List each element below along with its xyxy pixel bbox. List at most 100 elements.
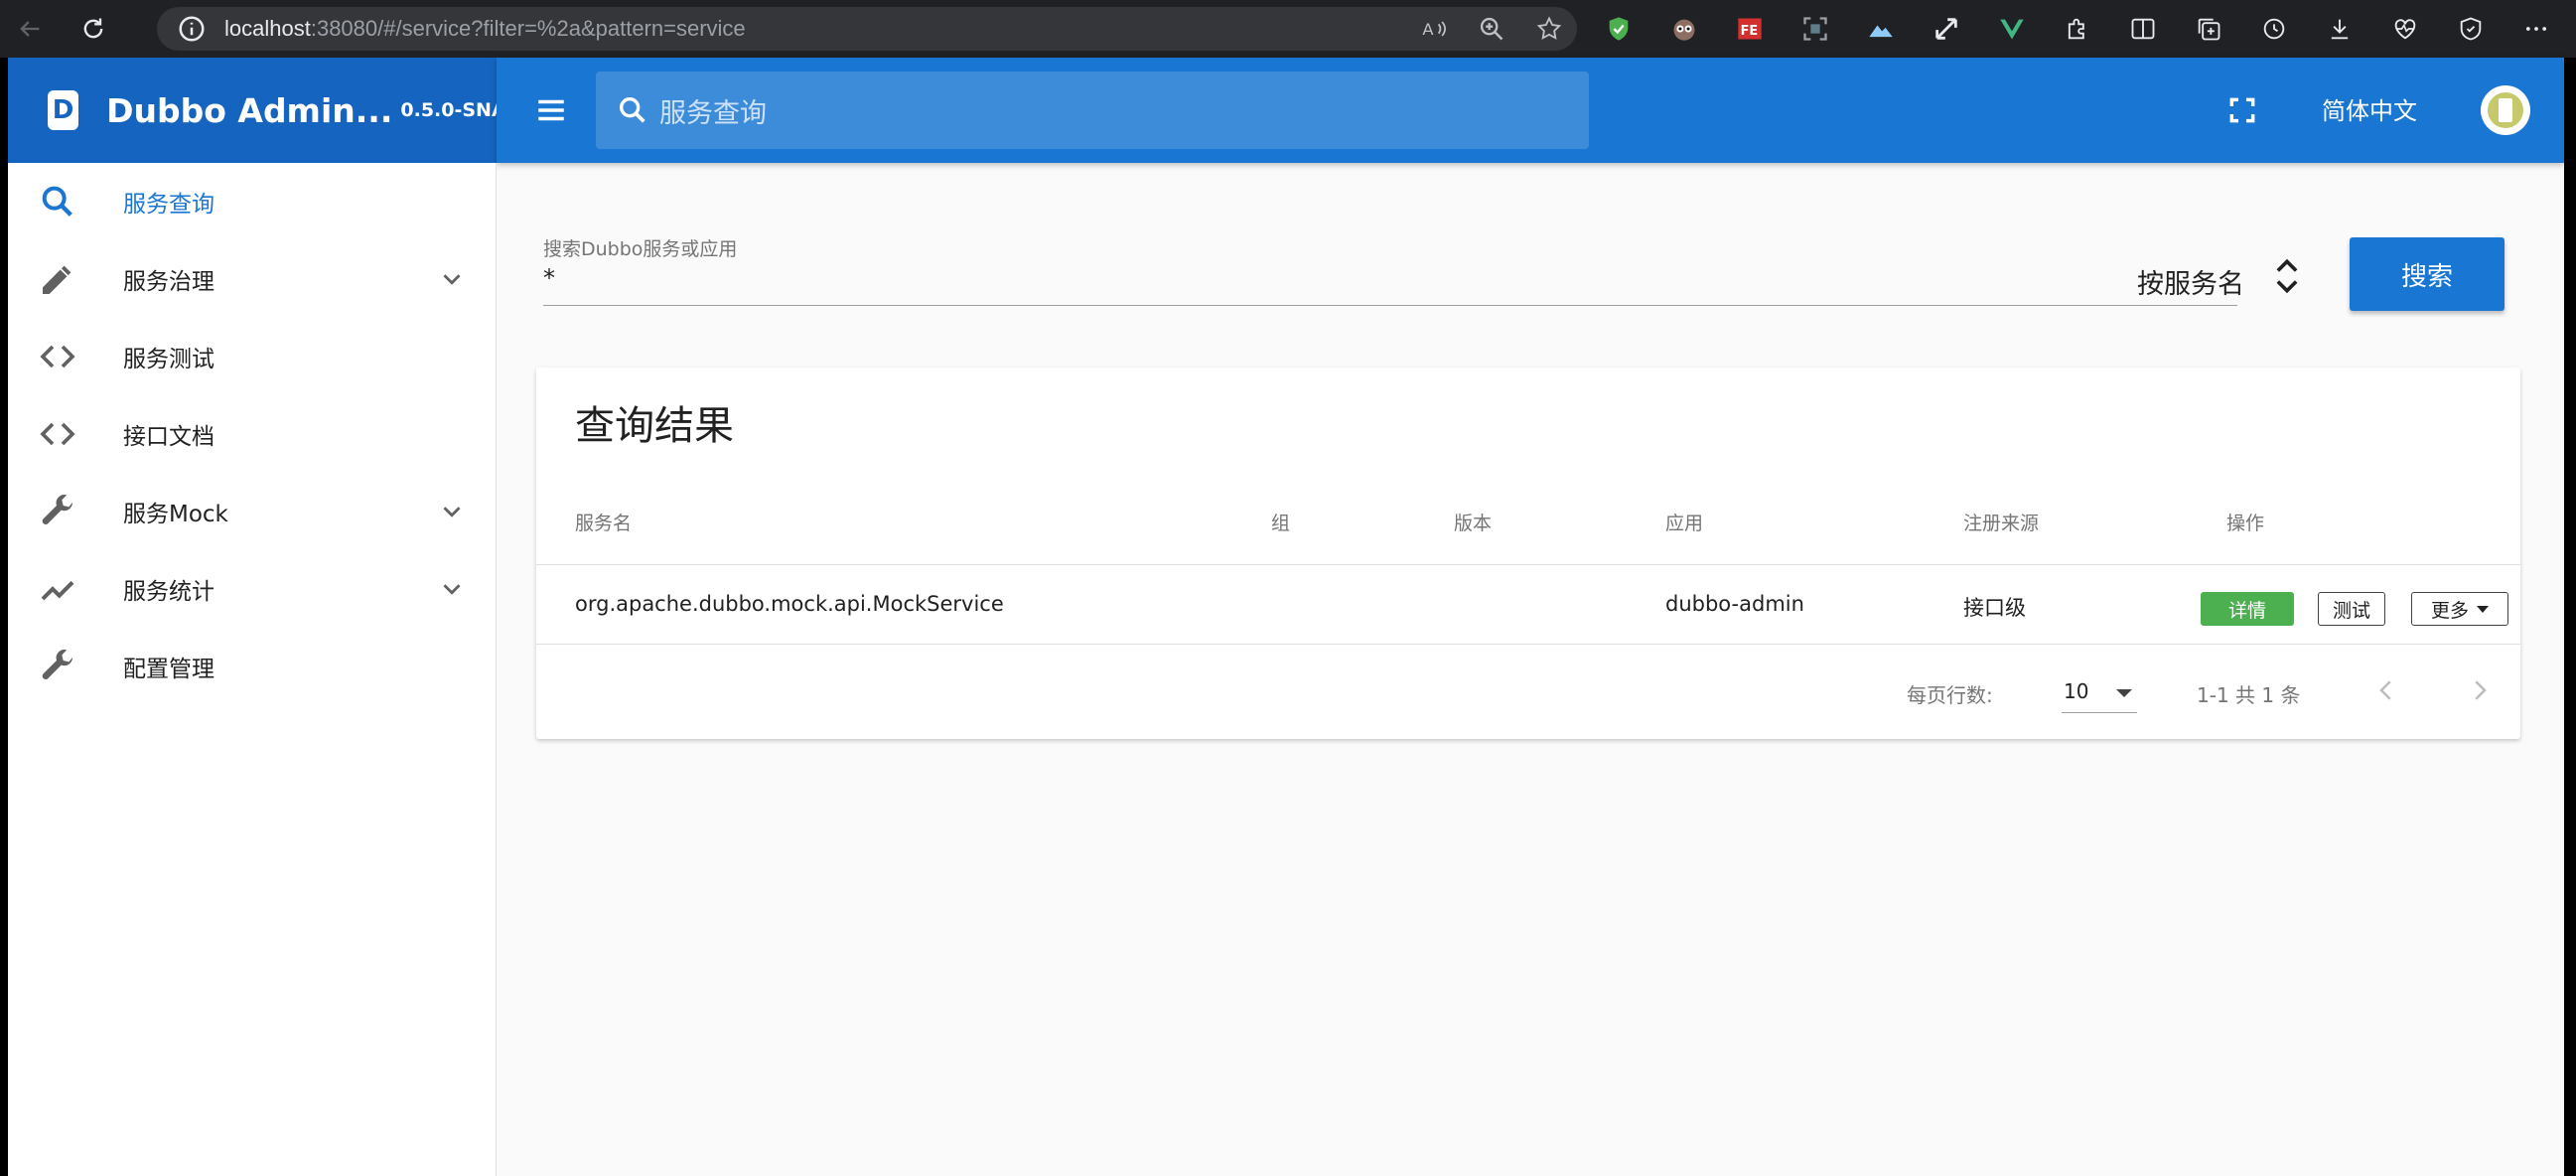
extension-owl[interactable] xyxy=(1662,8,1706,50)
shield-icon xyxy=(1609,17,1629,41)
more-horizontal-icon xyxy=(2525,27,2547,31)
dubbo-admin-app: D Dubbo Admin... 0.5.0-SNAPSHOT 服务查询 简体中… xyxy=(8,58,2564,1176)
pencil-icon xyxy=(43,265,72,294)
sidebar-item-service-mock[interactable]: 服务Mock xyxy=(8,473,497,550)
extensions-button[interactable] xyxy=(2056,8,2099,50)
svg-text:FE: FE xyxy=(1741,24,1759,39)
sidebar-item-config-management[interactable]: 配置管理 xyxy=(8,628,497,705)
search-icon xyxy=(619,96,645,123)
fe-helper-icon: FE xyxy=(1738,18,1762,40)
avatar[interactable] xyxy=(2481,85,2530,135)
extension-resize[interactable] xyxy=(1925,8,1968,50)
sidebar-item-service-search[interactable]: 服务查询 xyxy=(8,163,497,240)
info-icon[interactable] xyxy=(177,14,207,44)
heart-pulse-icon xyxy=(2394,19,2416,40)
read-aloud-icon[interactable]: A xyxy=(1420,15,1448,43)
history-icon xyxy=(2263,18,2285,40)
sidebar-item-service-test[interactable]: 服务测试 xyxy=(8,318,497,395)
caret-down-icon[interactable] xyxy=(2116,689,2132,697)
download-icon xyxy=(2331,19,2349,40)
wrench-icon xyxy=(42,650,73,679)
column-header-source[interactable]: 注册来源 xyxy=(1963,509,2039,535)
cell-service-name: org.apache.dubbo.mock.api.MockService xyxy=(575,592,1004,616)
more-button-label: 更多 xyxy=(2430,599,2469,622)
menu-icon[interactable] xyxy=(534,93,568,127)
caret-down-icon xyxy=(2477,605,2489,613)
sidebar-item-service-governance[interactable]: 服务治理 xyxy=(8,240,497,318)
language-switch[interactable]: 简体中文 xyxy=(2322,91,2417,126)
more-button[interactable]: 更多 xyxy=(2411,592,2508,626)
capture-icon xyxy=(1803,17,1827,41)
column-header-application[interactable]: 应用 xyxy=(1665,509,1703,535)
unfold-icon[interactable] xyxy=(2272,254,2302,298)
health-button[interactable] xyxy=(2383,8,2427,50)
svg-text:A: A xyxy=(1422,20,1434,39)
address-bar[interactable]: localhost:38080/#/service?filter=%2a&pat… xyxy=(157,7,1577,51)
chevron-down-icon[interactable] xyxy=(437,574,467,604)
split-screen-icon xyxy=(2131,18,2155,40)
test-button[interactable]: 测试 xyxy=(2318,592,2385,626)
collections-button[interactable] xyxy=(2187,8,2230,50)
split-screen-button[interactable] xyxy=(2121,8,2165,50)
detail-button[interactable]: 详情 xyxy=(2201,592,2294,626)
fullscreen-icon[interactable] xyxy=(2226,94,2258,126)
rows-per-page-label: 每页行数: xyxy=(1907,683,1993,707)
arrow-left-icon xyxy=(20,21,40,37)
settings-menu-button[interactable] xyxy=(2514,8,2558,50)
sidebar-item-label: 服务Mock xyxy=(123,502,228,527)
column-header-actions: 操作 xyxy=(2226,513,2265,534)
search-button[interactable]: 搜索 xyxy=(2350,237,2504,311)
chevron-left-icon[interactable] xyxy=(2371,675,2401,705)
sidebar-item-label: 服务测试 xyxy=(123,347,215,372)
history-button[interactable] xyxy=(2252,8,2296,50)
code-icon xyxy=(40,422,75,446)
sidebar: 服务查询 服务治理 服务测试 接口文档 服务Mock 服务统计 配置管理 xyxy=(8,163,497,1176)
sidebar-item-label: 服务治理 xyxy=(123,269,215,295)
chevron-down-icon[interactable] xyxy=(437,264,467,294)
extension-fe[interactable]: FE xyxy=(1728,8,1772,50)
browser-toolbar: localhost:38080/#/service?filter=%2a&pat… xyxy=(0,0,2576,58)
column-header-version[interactable]: 版本 xyxy=(1454,509,1492,535)
back-button[interactable] xyxy=(8,7,52,51)
search-field-label: 搜索Dubbo服务或应用 xyxy=(543,238,738,260)
zoom-icon[interactable] xyxy=(1478,15,1505,43)
top-app-bar: 服务查询 简体中文 xyxy=(497,58,2564,163)
chevron-down-icon[interactable] xyxy=(437,497,467,526)
wrench-icon xyxy=(42,495,73,524)
cell-application: dubbo-admin xyxy=(1665,592,1804,616)
resize-icon xyxy=(1935,18,1957,40)
results-title: 查询结果 xyxy=(575,403,734,449)
search-input[interactable]: * xyxy=(543,264,555,292)
extension-mountain[interactable] xyxy=(1859,8,1903,50)
extension-vue[interactable] xyxy=(1990,8,2034,50)
mountain-icon xyxy=(1869,25,1893,38)
vue-icon xyxy=(2000,19,2024,40)
sidebar-header: D Dubbo Admin... 0.5.0-SNAPSHOT xyxy=(8,58,497,163)
essentials-icon xyxy=(2460,17,2482,41)
downloads-button[interactable] xyxy=(2318,8,2361,50)
reload-button[interactable] xyxy=(72,7,115,51)
app-version: 0.5.0-SNAPSHOT xyxy=(400,99,497,121)
sidebar-item-service-stats[interactable]: 服务统计 xyxy=(8,550,497,628)
extension-screenshot[interactable] xyxy=(1793,8,1837,50)
sidebar-item-label: 服务统计 xyxy=(123,579,215,605)
star-icon[interactable] xyxy=(1535,15,1563,43)
rows-per-page-value: 10 xyxy=(2064,679,2089,703)
search-input-underline xyxy=(543,305,2237,306)
trending-icon xyxy=(41,580,74,601)
browser-essentials-button[interactable] xyxy=(2449,8,2493,50)
column-header-service[interactable]: 服务名 xyxy=(575,509,632,535)
column-header-group[interactable]: 组 xyxy=(1271,509,1290,535)
extension-shield[interactable] xyxy=(1597,8,1641,50)
sidebar-item-label: 服务查询 xyxy=(123,192,215,218)
sidebar-item-api-docs[interactable]: 接口文档 xyxy=(8,395,497,473)
owl-icon xyxy=(1673,19,1695,41)
chevron-right-icon[interactable] xyxy=(2465,675,2495,705)
table-header-divider xyxy=(536,564,2520,565)
search-icon xyxy=(42,186,72,217)
main-content: 搜索Dubbo服务或应用 * 按服务名 搜索 查询结果 服务名 组 版本 应用 … xyxy=(497,163,2564,1176)
search-mode-select[interactable]: 按服务名 xyxy=(2137,262,2244,301)
global-search-input[interactable]: 服务查询 xyxy=(596,72,1589,149)
url-text: localhost:38080/#/service?filter=%2a&pat… xyxy=(224,16,746,41)
reload-icon xyxy=(83,18,103,39)
